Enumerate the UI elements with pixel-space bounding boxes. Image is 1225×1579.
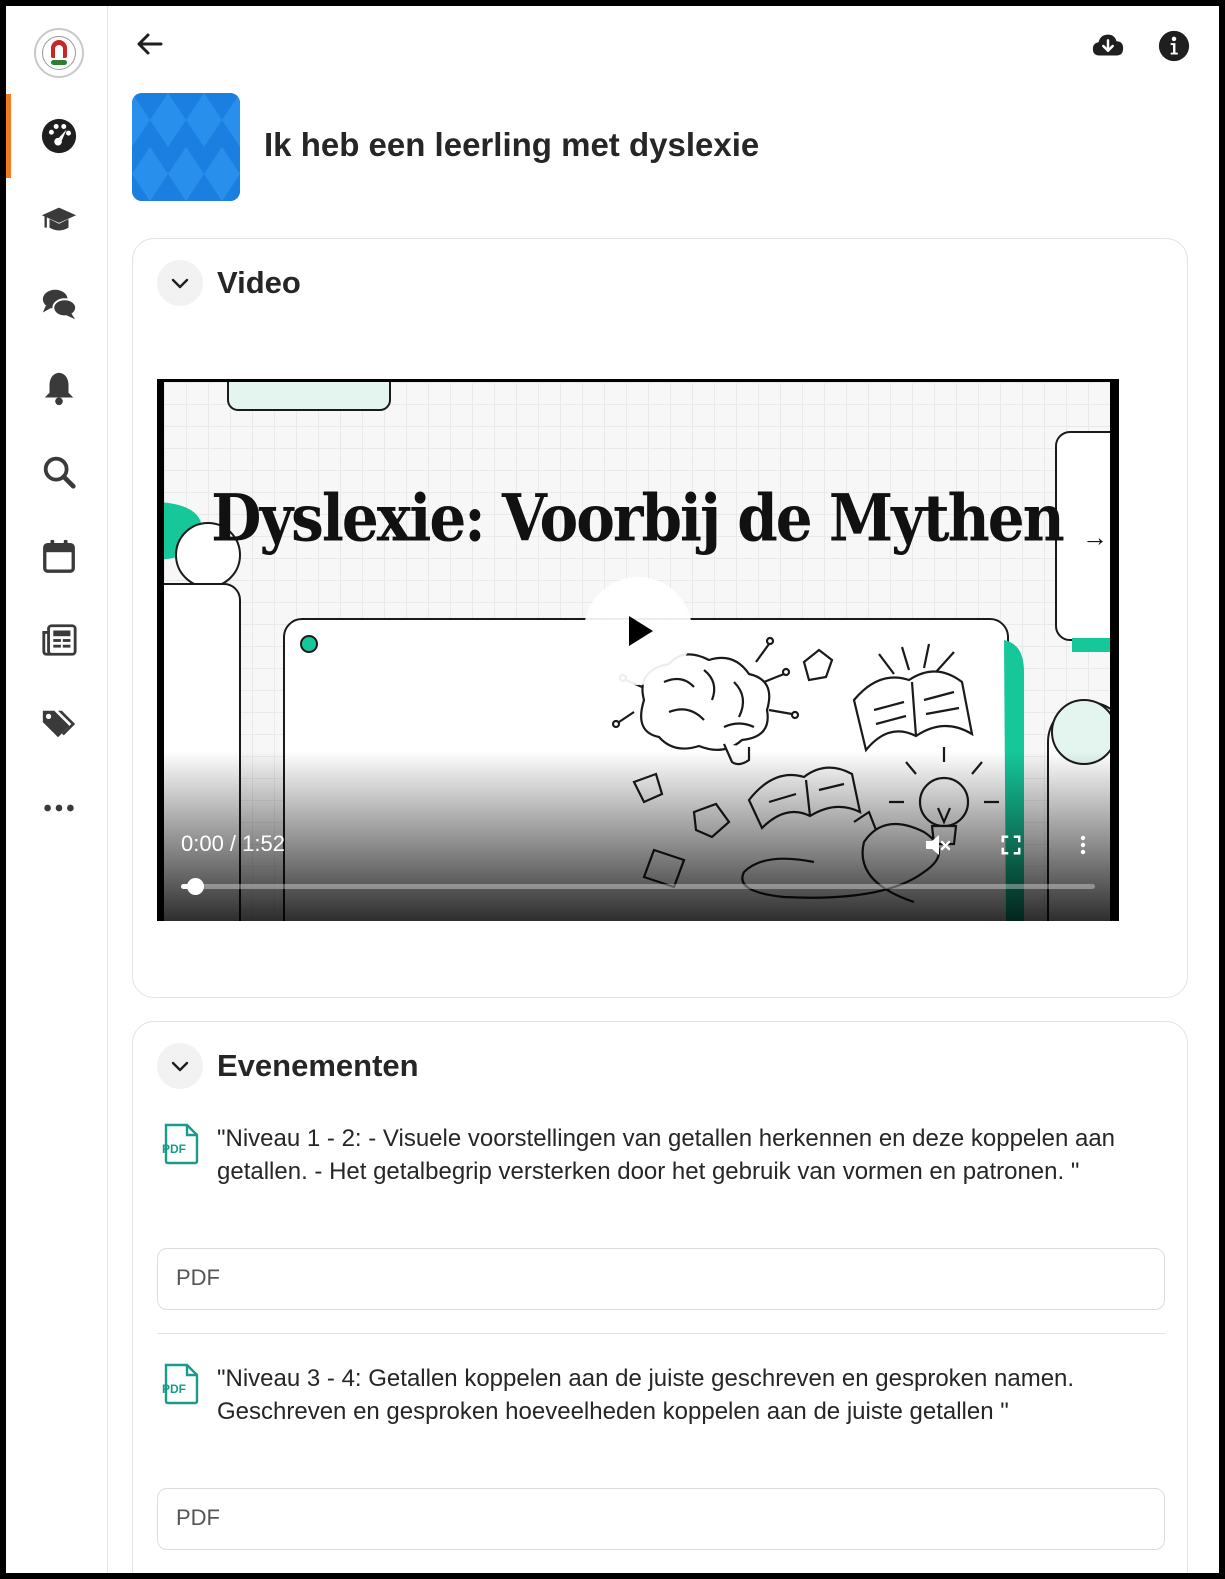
download-button[interactable] xyxy=(1090,28,1126,64)
chevron-down-icon xyxy=(171,1061,189,1072)
dashboard-icon xyxy=(41,118,77,154)
sidebar-item-tags[interactable] xyxy=(37,702,81,746)
cloud-download-icon xyxy=(1092,34,1124,56)
fullscreen-icon xyxy=(1001,835,1021,855)
info-button[interactable] xyxy=(1156,28,1192,64)
collapse-toggle[interactable] xyxy=(157,260,203,306)
slide-title: Dyslexie: Voorbij de Mythen xyxy=(211,480,1065,557)
chat-bubbles-icon xyxy=(42,289,78,320)
tags-icon xyxy=(42,710,76,738)
pdf-field-label: PDF xyxy=(176,1505,220,1530)
video-card: Video Dyslexie: Voorbij de Mythen → 0:00… xyxy=(132,238,1188,998)
play-icon xyxy=(629,616,653,646)
video-menu-button[interactable] xyxy=(1067,829,1099,861)
video-player[interactable]: Dyslexie: Voorbij de Mythen → 0:00 / 1:5… xyxy=(157,379,1119,921)
svg-text:PDF: PDF xyxy=(162,1142,186,1156)
sidebar-item-notifications[interactable] xyxy=(37,366,81,410)
info-icon xyxy=(1158,30,1190,62)
video-progress-knob[interactable] xyxy=(186,878,204,895)
slide-next-arrow: → xyxy=(1082,522,1108,552)
section-title: Evenementen xyxy=(217,1048,419,1083)
mute-button[interactable] xyxy=(921,829,953,861)
chevron-down-icon xyxy=(171,278,189,289)
back-button[interactable] xyxy=(132,26,168,62)
event-description: "Niveau 1 - 2: - Visuele voorstellingen … xyxy=(217,1125,1116,1185)
search-icon xyxy=(43,456,76,489)
sidebar-item-search[interactable] xyxy=(37,450,81,494)
arrow-left-icon xyxy=(137,33,163,55)
pdf-file-icon[interactable]: PDF xyxy=(161,1362,201,1406)
course-thumbnail xyxy=(132,93,240,201)
active-indicator xyxy=(6,94,11,178)
svg-text:PDF: PDF xyxy=(162,1382,186,1396)
pdf-file-icon[interactable]: PDF xyxy=(161,1122,201,1166)
volume-muted-icon xyxy=(926,835,951,855)
calendar-icon xyxy=(43,539,75,573)
controls-gradient xyxy=(157,751,1119,921)
video-progress-bar[interactable] xyxy=(181,878,1095,895)
pdf-attachment-field[interactable]: PDF xyxy=(157,1488,1165,1550)
divider xyxy=(157,1333,1165,1334)
app-window: Ik heb een leerling met dyslexie Video D… xyxy=(6,6,1219,1573)
video-time: 0:00 / 1:52 xyxy=(181,831,285,856)
event-description: "Niveau 3 - 4: Getallen koppelen aan de … xyxy=(217,1365,1075,1425)
sidebar-item-calendar[interactable] xyxy=(37,534,81,578)
pdf-field-label: PDF xyxy=(176,1265,220,1290)
video-section-header[interactable]: Video xyxy=(157,259,301,307)
events-section-header[interactable]: Evenementen xyxy=(157,1042,419,1090)
sidebar-item-messages[interactable] xyxy=(37,282,81,326)
bell-icon xyxy=(44,372,74,406)
sidebar-item-dashboard[interactable] xyxy=(37,114,81,158)
sidebar-item-courses[interactable] xyxy=(37,198,81,242)
sidebar-item-news[interactable] xyxy=(37,618,81,662)
fullscreen-button[interactable] xyxy=(995,829,1027,861)
pdf-attachment-field[interactable]: PDF xyxy=(157,1248,1165,1310)
page-title: Ik heb een leerling met dyslexie xyxy=(264,126,760,163)
play-button[interactable] xyxy=(584,577,692,685)
newspaper-icon xyxy=(42,624,77,656)
sidebar xyxy=(6,6,108,1573)
more-horizontal-icon xyxy=(44,804,74,812)
collapse-toggle[interactable] xyxy=(157,1043,203,1089)
graduation-cap-icon xyxy=(41,207,77,231)
university-logo[interactable] xyxy=(34,28,84,78)
events-card: Evenementen PDF "Niveau 1 - 2: - Visuele… xyxy=(132,1021,1188,1573)
section-title: Video xyxy=(217,265,301,300)
sidebar-item-more[interactable] xyxy=(37,786,81,830)
more-vertical-icon xyxy=(1080,835,1086,855)
